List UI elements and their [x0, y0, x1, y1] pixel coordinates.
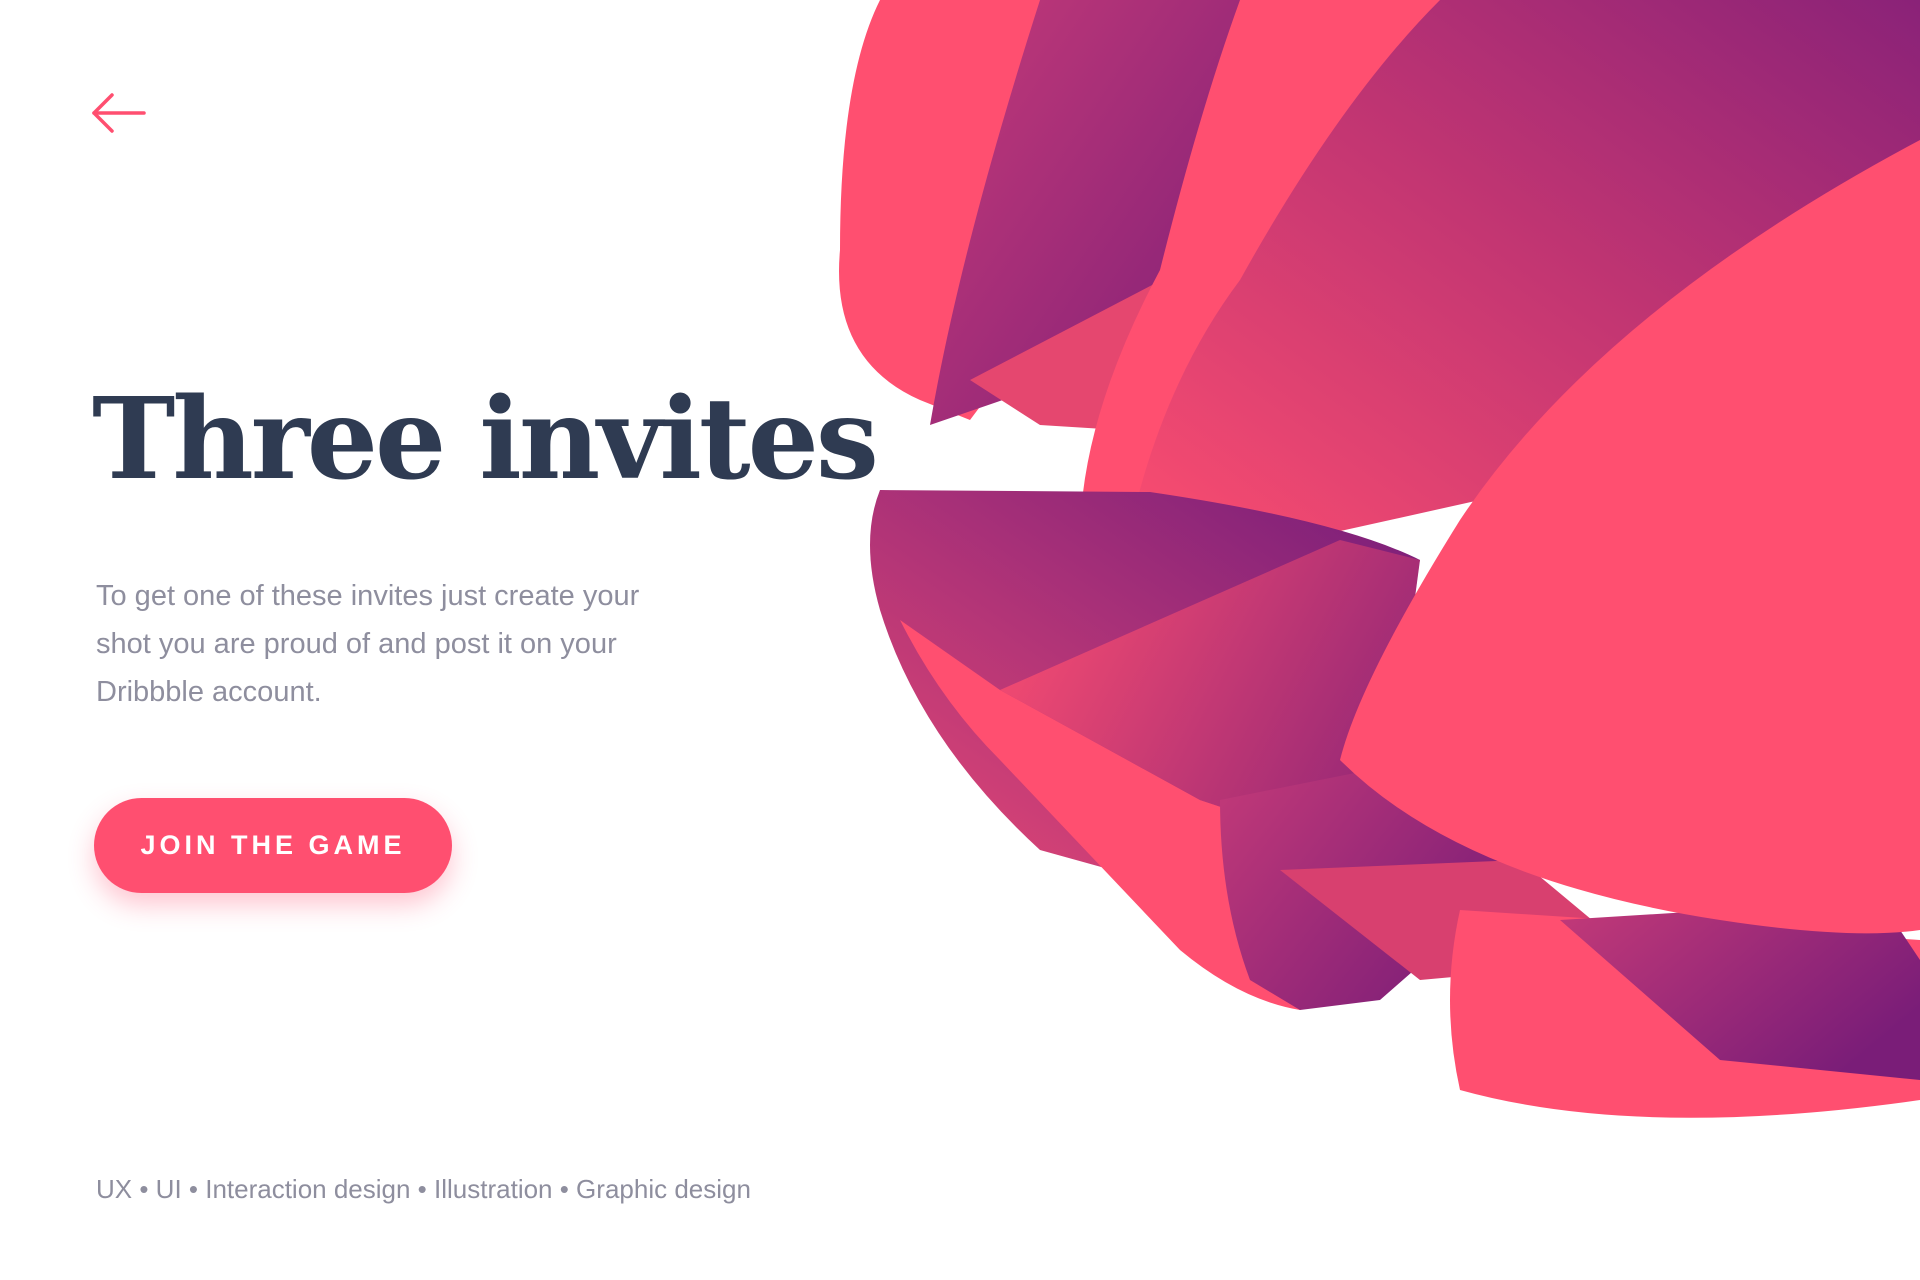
arrow-left-icon [92, 93, 146, 133]
back-button[interactable] [88, 88, 148, 138]
hero-description: To get one of these invites just create … [96, 580, 640, 708]
abstract-petal-sphere-illustration [839, 0, 1920, 1118]
join-the-game-button[interactable]: JOIN THE GAME [94, 798, 452, 893]
category-tags: UX • UI • Interaction design • Illustrat… [96, 1174, 751, 1204]
page-title: Three invites [92, 374, 879, 505]
